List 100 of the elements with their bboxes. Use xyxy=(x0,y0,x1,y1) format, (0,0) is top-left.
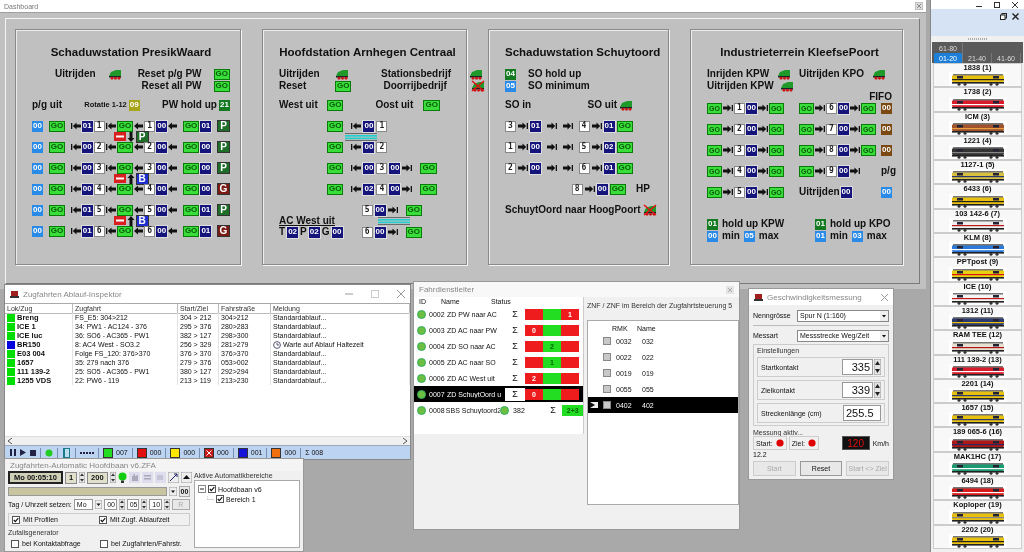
stop-icon[interactable] xyxy=(113,132,126,141)
go-button[interactable]: GO xyxy=(48,183,66,195)
train-counter[interactable]: 00 xyxy=(530,141,541,153)
maximize-icon[interactable] xyxy=(994,1,1000,8)
fifo-counter[interactable]: 00 xyxy=(881,123,892,135)
go-button[interactable]: GO xyxy=(327,99,344,111)
go-button[interactable]: GO xyxy=(182,183,200,195)
train-counter[interactable]: 00 xyxy=(374,204,386,216)
status-light-icon[interactable] xyxy=(117,472,127,483)
fifo-counter[interactable]: 00 xyxy=(881,102,892,114)
pg-counter[interactable]: 00 xyxy=(707,230,718,242)
pg-counter[interactable]: 00 xyxy=(32,162,43,174)
go-button[interactable]: GO xyxy=(420,183,437,195)
train-counter[interactable]: 00 xyxy=(156,204,168,216)
go-button[interactable]: GO xyxy=(616,162,633,174)
train-counter[interactable]: 00 xyxy=(745,102,757,114)
train-counter[interactable]: 02 xyxy=(363,183,375,195)
train-counter[interactable]: 01 xyxy=(603,162,615,174)
scroll-left-icon[interactable] xyxy=(8,438,13,445)
fifo-counter[interactable]: 00 xyxy=(881,144,892,156)
train-counter[interactable]: 01 xyxy=(81,204,93,216)
train-counter[interactable]: 00 xyxy=(363,141,375,153)
train-counter[interactable]: 00 xyxy=(200,183,212,195)
go-button[interactable]: GO xyxy=(327,183,344,195)
restore-icon[interactable] xyxy=(1000,13,1007,20)
train-counter[interactable]: 00 xyxy=(840,186,852,198)
go-button[interactable]: GO xyxy=(609,183,627,195)
train-counter[interactable]: 00 xyxy=(81,162,93,174)
go-button[interactable]: GO xyxy=(116,162,134,174)
go-button[interactable]: GO xyxy=(116,141,134,153)
go-button[interactable]: GO xyxy=(405,204,422,216)
hold-counter[interactable]: 04 xyxy=(505,68,516,80)
train-counter[interactable]: 01 xyxy=(603,120,615,132)
train-counter[interactable]: 00 xyxy=(745,186,757,198)
go-button[interactable]: GO xyxy=(116,225,134,237)
train-counter[interactable]: 00 xyxy=(81,141,93,153)
spin-buttons-icon[interactable] xyxy=(141,499,148,510)
go-button[interactable]: GO xyxy=(327,162,344,174)
train-counter[interactable]: 02 xyxy=(308,226,320,238)
train-counter[interactable]: 00 xyxy=(837,144,849,156)
go-button[interactable]: GO xyxy=(423,99,440,111)
locomotive-crossed-icon[interactable] xyxy=(642,204,657,216)
dash-line-icon[interactable] xyxy=(80,450,94,455)
spin-buttons-icon[interactable] xyxy=(79,472,86,483)
go-button[interactable]: GO xyxy=(327,141,344,153)
hold-counter[interactable]: 01 xyxy=(707,218,718,230)
spin-buttons-icon[interactable] xyxy=(874,359,881,376)
go-button[interactable]: GO xyxy=(48,225,66,237)
go-button[interactable]: GO xyxy=(335,80,352,92)
checkbox[interactable] xyxy=(603,369,611,377)
locomotive-icon[interactable] xyxy=(619,99,633,111)
train-counter[interactable]: 01 xyxy=(81,225,93,237)
train-counter[interactable]: 00 xyxy=(837,123,849,135)
go-button[interactable]: GO xyxy=(616,141,633,153)
spin-buttons-icon[interactable] xyxy=(109,472,116,483)
go-button[interactable]: GO xyxy=(182,120,200,132)
go-button[interactable]: GO xyxy=(213,80,230,92)
train-counter[interactable]: 00 xyxy=(156,120,168,132)
train-counter[interactable]: 00 xyxy=(389,183,401,195)
go-button[interactable]: GO xyxy=(327,120,344,132)
train-counter[interactable]: 01 xyxy=(200,120,212,132)
pg-counter[interactable]: 03 xyxy=(851,230,863,242)
checkbox[interactable] xyxy=(603,353,611,361)
go-button[interactable]: GO xyxy=(116,183,134,195)
go-button[interactable]: GO xyxy=(616,120,633,132)
spin-buttons-icon[interactable] xyxy=(874,382,881,399)
train-counter[interactable]: 00 xyxy=(156,183,168,195)
pg-counter[interactable]: 00 xyxy=(32,120,43,132)
pg-counter[interactable]: 00 xyxy=(32,183,43,195)
go-button[interactable]: GO xyxy=(182,204,200,216)
train-counter[interactable]: 00 xyxy=(81,183,93,195)
train-counter[interactable]: 00 xyxy=(596,183,608,195)
pg-counter[interactable]: 05 xyxy=(743,230,755,242)
go-button[interactable]: GO xyxy=(405,226,422,238)
go-button[interactable]: GO xyxy=(182,225,200,237)
train-counter[interactable]: 00 xyxy=(156,141,168,153)
train-counter[interactable]: 00 xyxy=(156,225,168,237)
pg-counter[interactable]: 00 xyxy=(32,225,43,237)
train-counter[interactable]: 01 xyxy=(200,204,212,216)
close-icon[interactable] xyxy=(1012,1,1018,8)
go-button[interactable]: GO xyxy=(116,204,134,216)
pause-icon[interactable] xyxy=(10,449,16,457)
train-counter[interactable]: 02 xyxy=(287,226,299,238)
pg-counter[interactable]: 01 xyxy=(815,230,826,242)
locomotive-crossed-icon[interactable] xyxy=(471,80,486,92)
go-button[interactable]: GO xyxy=(182,162,200,174)
checkbox[interactable] xyxy=(603,337,611,345)
route-icon[interactable] xyxy=(167,472,179,483)
go-button[interactable]: GO xyxy=(48,120,66,132)
train-counter[interactable]: 00 xyxy=(156,162,168,174)
length-field[interactable]: 255.5 xyxy=(843,405,881,422)
checkbox[interactable] xyxy=(603,385,611,393)
go-button[interactable]: GO xyxy=(48,204,66,216)
train-counter[interactable]: 00 xyxy=(530,162,541,174)
go-button[interactable]: GO xyxy=(213,68,230,80)
locomotive-icon[interactable] xyxy=(469,68,483,80)
target-contact-field[interactable]: 339 xyxy=(842,382,873,399)
pg-counter[interactable]: 00 xyxy=(881,186,892,198)
train-counter[interactable]: 00 xyxy=(837,102,849,114)
go-button[interactable]: GO xyxy=(182,141,200,153)
